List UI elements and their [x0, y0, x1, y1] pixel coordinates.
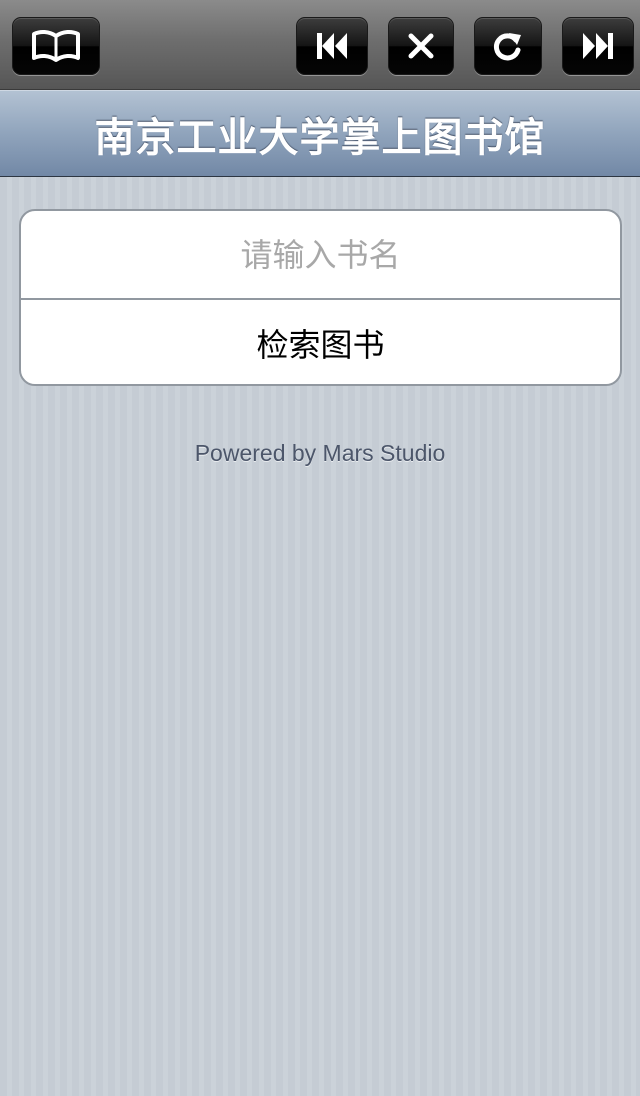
- reload-icon: [492, 30, 524, 62]
- browser-toolbar: [0, 0, 640, 90]
- search-books-label: 检索图书: [256, 326, 385, 364]
- forward-button[interactable]: [562, 17, 634, 75]
- skip-back-icon: [315, 31, 349, 61]
- title-bar: 南京工业大学掌上图书馆: [0, 90, 640, 177]
- back-button[interactable]: [296, 17, 368, 75]
- reload-button[interactable]: [474, 17, 542, 75]
- book-name-input[interactable]: [21, 211, 620, 299]
- book-icon: [31, 29, 81, 63]
- search-books-button[interactable]: 检索图书: [21, 300, 620, 384]
- close-icon: [407, 32, 435, 60]
- footer-credit: Powered by Mars Studio: [194, 440, 446, 466]
- skip-forward-icon: [581, 31, 615, 61]
- page-title: 南京工业大学掌上图书馆: [94, 114, 546, 161]
- bookmarks-button[interactable]: [12, 17, 100, 75]
- search-form: 检索图书: [19, 209, 622, 386]
- stop-button[interactable]: [388, 17, 454, 75]
